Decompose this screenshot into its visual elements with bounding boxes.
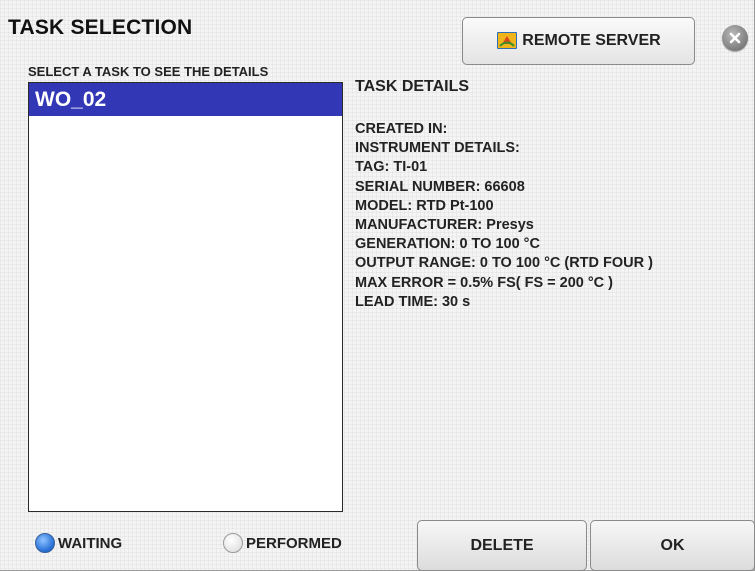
task-list[interactable]: WO_02	[28, 82, 343, 512]
detail-created-in: CREATED IN:	[355, 121, 448, 137]
close-button[interactable]	[722, 25, 748, 51]
detail-generation: GENERATION: 0 TO 100 °C	[355, 236, 540, 253]
detail-max-error: MAX ERROR = 0.5% FS( FS = 200 °C )	[355, 274, 614, 291]
remote-server-label: REMOTE SERVER	[522, 32, 661, 49]
task-selection-window: TASK SELECTION REMOTE SERVER SELECT A TA…	[0, 0, 755, 571]
detail-manufacturer: MANUFACTURER: Presys	[355, 217, 534, 234]
detail-output-range: OUTPUT RANGE: 0 TO 100 °C (RTD FOUR )	[355, 255, 653, 272]
performed-radio[interactable]: PERFORMED	[223, 533, 342, 553]
task-details-panel: CREATED IN: INSTRUMENT DETAILS: TAG: TI-…	[355, 120, 745, 312]
detail-model: MODEL: RTD Pt-100	[355, 197, 494, 214]
performed-label: PERFORMED	[246, 534, 342, 552]
detail-instrument-details: INSTRUMENT DETAILS:	[355, 140, 520, 157]
detail-lead-time: LEAD TIME: 30 s	[355, 293, 471, 310]
ok-button[interactable]: OK	[590, 520, 755, 571]
close-icon	[729, 32, 741, 44]
window-title: TASK SELECTION	[8, 16, 193, 39]
server-sync-icon	[497, 32, 518, 49]
detail-tag: TAG: TI-01	[355, 159, 428, 176]
radio-unselected-icon	[223, 533, 243, 553]
waiting-label: WAITING	[58, 534, 123, 552]
task-list-item[interactable]: WO_02	[29, 83, 342, 116]
task-list-label: SELECT A TASK TO SEE THE DETAILS	[28, 64, 269, 79]
waiting-radio[interactable]: WAITING	[35, 533, 122, 553]
detail-serial-number: SERIAL NUMBER: 66608	[355, 178, 525, 195]
delete-button[interactable]: DELETE	[417, 520, 587, 571]
radio-selected-icon	[35, 533, 55, 553]
task-details-heading: TASK DETAILS	[355, 78, 470, 95]
remote-server-button[interactable]: REMOTE SERVER	[462, 17, 695, 65]
